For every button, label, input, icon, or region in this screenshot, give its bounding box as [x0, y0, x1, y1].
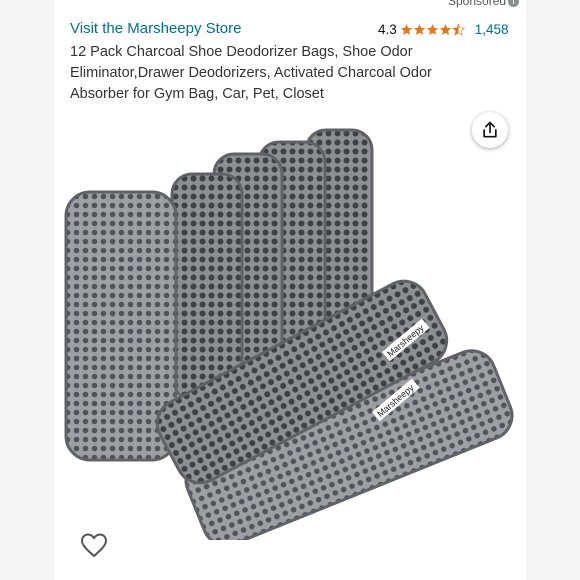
bag-back-2: [170, 172, 244, 401]
star-icon: [400, 24, 412, 35]
rating-summary[interactable]: 4.3 1,458: [378, 22, 509, 37]
star-icon: [413, 24, 425, 35]
rating-count: 1,458: [474, 22, 509, 37]
share-icon: [483, 121, 497, 138]
heart-icon[interactable]: [80, 532, 108, 558]
star-rating: [400, 23, 465, 36]
info-icon[interactable]: i: [508, 0, 520, 8]
product-title[interactable]: 12 Pack Charcoal Shoe Deodorizer Bags, S…: [70, 42, 490, 105]
star-icon: [439, 24, 451, 35]
star-half-icon: [451, 23, 465, 36]
sponsored-label: Sponsored i: [448, 0, 520, 8]
share-button[interactable]: [472, 112, 508, 148]
store-link[interactable]: Visit the Marsheepy Store: [70, 20, 241, 37]
star-icon: [426, 24, 438, 35]
product-image[interactable]: Marsheepy Marsheepy: [54, 120, 526, 540]
rating-value: 4.3: [378, 22, 397, 37]
